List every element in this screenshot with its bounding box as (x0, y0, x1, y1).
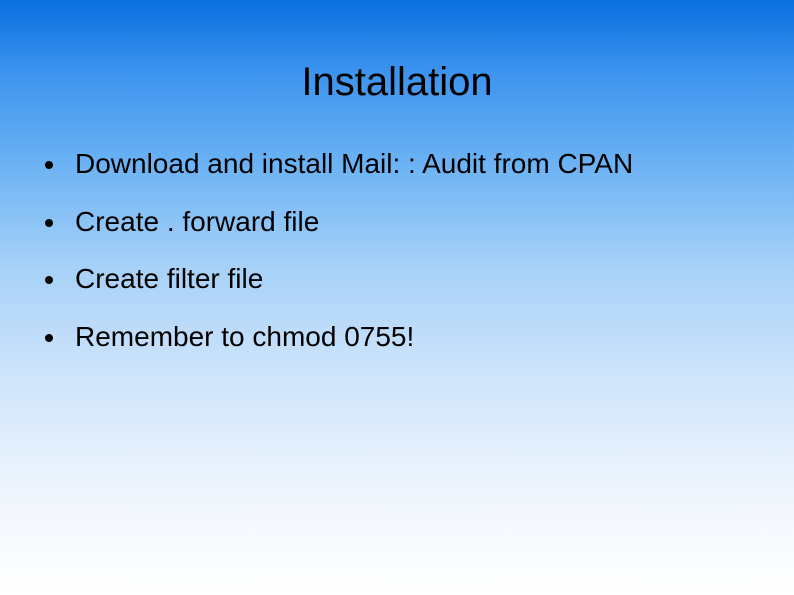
bullet-text: Download and install Mail: : Audit from … (75, 148, 633, 179)
list-item: Create filter file (45, 250, 774, 308)
bullet-text: Remember to chmod 0755! (75, 321, 414, 352)
slide: Installation Download and install Mail: … (0, 0, 794, 595)
bullet-list: Download and install Mail: : Audit from … (0, 135, 794, 365)
bullet-text: Create filter file (75, 263, 263, 294)
list-item: Download and install Mail: : Audit from … (45, 135, 774, 193)
slide-title: Installation (0, 0, 794, 135)
bullet-text: Create . forward file (75, 206, 319, 237)
list-item: Remember to chmod 0755! (45, 308, 774, 366)
list-item: Create . forward file (45, 193, 774, 251)
